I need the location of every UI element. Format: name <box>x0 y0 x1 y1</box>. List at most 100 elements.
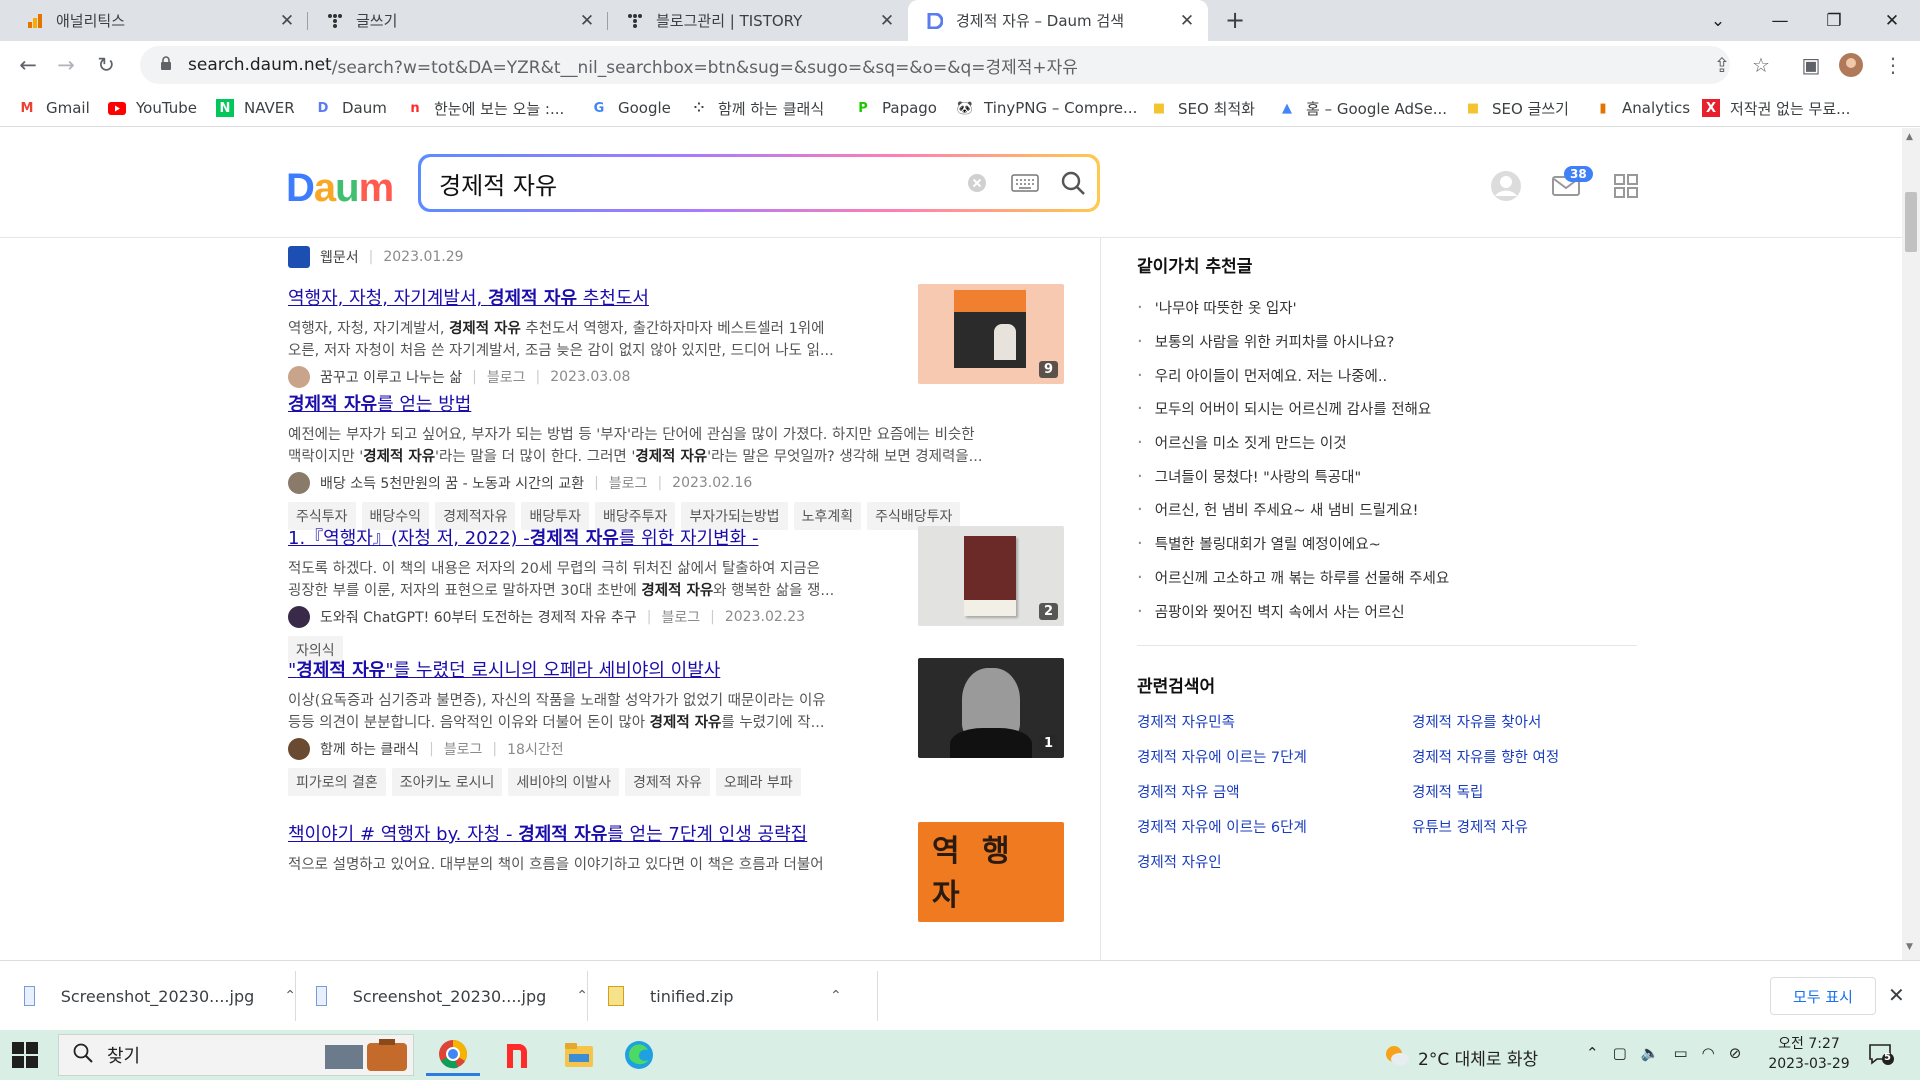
recommend-item[interactable]: 모두의 어버이 되시는 어르신께 감사를 전해요 <box>1137 392 1637 426</box>
address-bar[interactable]: search.daum.net/search?w=tot&DA=YZR&t__n… <box>140 46 1730 84</box>
tag[interactable]: 피가로의 결혼 <box>288 768 386 796</box>
related-search-link[interactable]: 경제적 자유에 이르는 6단계 <box>1137 816 1412 839</box>
result-title[interactable]: 경제적 자유를 얻는 방법 <box>288 390 1064 416</box>
weather-widget[interactable]: 2°C 대체로 화창 <box>1384 1044 1538 1071</box>
related-search-link[interactable]: 유튜브 경제적 자유 <box>1412 816 1657 839</box>
notification-icon[interactable]: 5 <box>1868 1042 1894 1071</box>
recommend-item[interactable]: 어르신께 고소하고 깨 볶는 하루를 선물해 주세요 <box>1137 561 1637 595</box>
recommend-item[interactable]: 보통의 사람을 위한 커피차를 아시나요? <box>1137 325 1637 359</box>
clear-icon[interactable] <box>953 173 1001 193</box>
related-search-link[interactable]: 경제적 자유에 이르는 7단계 <box>1137 746 1412 769</box>
bookmark-seo[interactable]: ■ SEO 최적화 <box>1150 97 1255 119</box>
user-icon[interactable] <box>1490 170 1522 202</box>
related-search-link[interactable]: 경제적 자유를 향한 여정 <box>1412 746 1657 769</box>
download-item[interactable]: Screenshot_20230....jpg ⌃ <box>316 961 588 1031</box>
profile-avatar[interactable] <box>1838 52 1864 78</box>
tab-write[interactable]: 글쓰기 ✕ <box>308 0 608 41</box>
keyboard-icon[interactable] <box>1001 174 1049 192</box>
minimize-button[interactable]: — <box>1752 0 1808 41</box>
recommend-item[interactable]: 그녀들이 뭉쳤다! "사랑의 특공대" <box>1137 459 1637 493</box>
bookmark-papago[interactable]: P Papago <box>854 97 937 119</box>
close-icon[interactable]: ✕ <box>878 11 896 31</box>
related-search-link[interactable]: 경제적 독립 <box>1412 781 1657 804</box>
window-close-button[interactable]: ✕ <box>1864 0 1920 41</box>
taskbar-clock[interactable]: 오전 7:27 2023-03-29 <box>1766 1034 1852 1074</box>
bookmark-daum[interactable]: D Daum <box>314 97 387 119</box>
bookmark-analytics[interactable]: ▮ Analytics <box>1594 97 1690 119</box>
tag-list: 피가로의 결혼 조아키노 로시니 세비야의 이발사 경제적 자유 오페라 부파 <box>288 768 1064 796</box>
n-app-icon[interactable] <box>490 1034 544 1076</box>
back-icon[interactable]: ← <box>14 51 42 79</box>
recommend-item[interactable]: 우리 아이들이 먼저예요. 저는 나중에.. <box>1137 358 1637 392</box>
adsense-icon: ▲ <box>1282 100 1292 116</box>
recommend-item[interactable]: 어르신을 미소 짓게 만드는 이것 <box>1137 426 1637 460</box>
bookmark-classic[interactable]: ⁘ 함께 하는 클래식 <box>690 97 825 119</box>
recommend-item[interactable]: 어르신, 헌 냄비 주세요~ 새 냄비 드릴게요! <box>1137 493 1637 527</box>
bookmark-google[interactable]: G Google <box>590 97 671 119</box>
edge-icon[interactable] <box>612 1034 666 1076</box>
tab-strip: 애널리틱스 ✕ 글쓰기 ✕ 블로그관리 | TISTORY ✕ 경제적 자유 –… <box>0 0 1920 41</box>
show-all-button[interactable]: 모두 표시 <box>1770 977 1876 1015</box>
side-panel-icon[interactable]: ▣ <box>1798 52 1824 78</box>
vertical-scrollbar[interactable]: ▲ ▼ <box>1902 128 1920 960</box>
forward-icon[interactable]: → <box>52 51 80 79</box>
daum-logo[interactable]: Daum <box>286 166 394 211</box>
bookmark-free-images[interactable]: X 저작권 없는 무료... <box>1702 97 1850 119</box>
related-search-link[interactable]: 경제적 자유인 <box>1137 851 1412 874</box>
download-item[interactable]: Screenshot_20230....jpg ⌃ <box>24 961 296 1031</box>
tag[interactable]: 세비야의 이발사 <box>508 768 619 796</box>
result-thumbnail[interactable]: 1 <box>918 658 1064 758</box>
chevron-up-icon[interactable]: ⌃ <box>1586 1044 1599 1062</box>
share-icon[interactable]: ⇪ <box>1709 52 1735 78</box>
maximize-button[interactable]: ❐ <box>1806 0 1862 41</box>
search-input[interactable]: 경제적 자유 <box>439 166 953 201</box>
reload-icon[interactable]: ↻ <box>92 51 120 79</box>
battery-icon[interactable]: ▭ <box>1673 1044 1687 1062</box>
recommend-item[interactable]: 특별한 볼링대회가 열릴 예정이에요~ <box>1137 527 1637 561</box>
result-thumbnail[interactable]: 9 <box>918 284 1064 384</box>
result-thumbnail[interactable]: 2 <box>918 526 1064 626</box>
scroll-up-arrow[interactable]: ▲ <box>1906 132 1913 142</box>
taskbar-search[interactable]: 찾기 <box>58 1034 414 1076</box>
tab-blog-admin[interactable]: 블로그관리 | TISTORY ✕ <box>608 0 908 41</box>
search-icon[interactable] <box>1049 170 1097 196</box>
bookmark-star-icon[interactable]: ☆ <box>1748 52 1774 78</box>
chrome-icon[interactable] <box>426 1034 480 1076</box>
related-search-link[interactable]: 경제적 자유 금액 <box>1137 781 1412 804</box>
scroll-down-arrow[interactable]: ▼ <box>1906 942 1913 952</box>
menu-kebab-icon[interactable]: ⋮ <box>1880 52 1906 78</box>
related-search-link[interactable]: 경제적 자유민족 <box>1137 711 1412 734</box>
bookmark-tinypng[interactable]: 🐼 TinyPNG – Compre... <box>956 97 1137 119</box>
close-icon[interactable]: ✕ <box>1888 983 1905 1007</box>
tag[interactable]: 조아키노 로시니 <box>391 768 503 796</box>
windows-start-icon[interactable] <box>12 1042 38 1068</box>
tab-analytics[interactable]: 애널리틱스 ✕ <box>8 0 308 41</box>
bookmark-adsense[interactable]: ▲ 홈 – Google AdSe... <box>1278 97 1447 119</box>
scrollbar-thumb[interactable] <box>1905 192 1917 252</box>
app-grid-icon[interactable] <box>1610 170 1642 202</box>
related-search-link[interactable]: 경제적 자유를 찾아서 <box>1412 711 1657 734</box>
recommend-item[interactable]: 곰팡이와 찢어진 벽지 속에서 사는 어르신 <box>1137 594 1637 628</box>
download-item[interactable]: tinified.zip ⌃ <box>608 961 878 1031</box>
file-explorer-icon[interactable] <box>552 1034 606 1076</box>
volume-icon[interactable]: 🔈 <box>1641 1044 1660 1062</box>
tag[interactable]: 오페라 부파 <box>715 768 801 796</box>
tag[interactable]: 경제적 자유 <box>624 768 710 796</box>
tab-search-icon[interactable]: ⌄ <box>1690 0 1746 41</box>
tab-daum-search[interactable]: 경제적 자유 – Daum 검색 ✕ <box>908 0 1208 41</box>
bookmark-today[interactable]: n 한눈에 보는 오늘 :... <box>406 97 564 119</box>
result-thumbnail[interactable]: 역 행 자 <box>918 822 1064 922</box>
chevron-up-icon[interactable]: ⌃ <box>830 988 842 1004</box>
bookmark-gmail[interactable]: M Gmail <box>18 97 90 119</box>
wifi-icon[interactable]: ◠ <box>1702 1044 1715 1062</box>
close-icon[interactable]: ✕ <box>578 11 596 31</box>
new-tab-button[interactable]: + <box>1220 6 1250 36</box>
meet-icon[interactable]: ▢ <box>1613 1044 1627 1062</box>
close-icon[interactable]: ✕ <box>1178 11 1196 31</box>
no-network-icon[interactable]: ⊘ <box>1729 1044 1742 1062</box>
close-icon[interactable]: ✕ <box>278 11 296 31</box>
recommend-item[interactable]: '나무야 따뜻한 옷 입자' <box>1137 291 1637 325</box>
bookmark-seo-writing[interactable]: ■ SEO 글쓰기 <box>1464 97 1569 119</box>
bookmark-naver[interactable]: N NAVER <box>216 97 295 119</box>
bookmark-youtube[interactable]: YouTube <box>108 97 197 119</box>
